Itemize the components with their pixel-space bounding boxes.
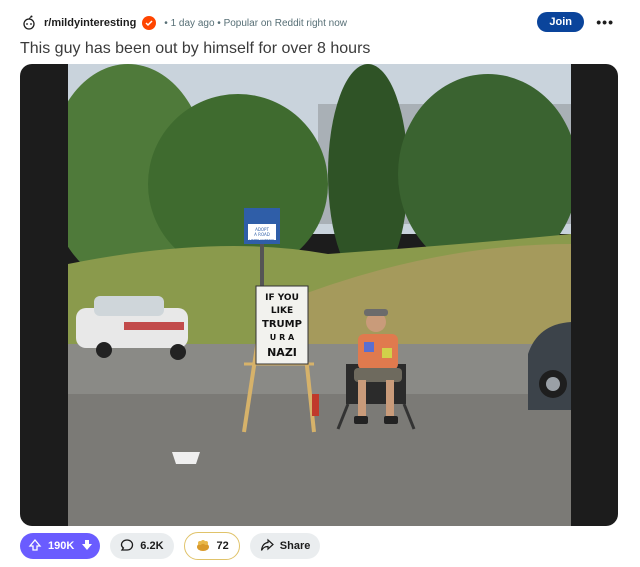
comments-button[interactable]: 6.2K (110, 533, 174, 559)
street-sign-line-2: A ROAD (254, 232, 270, 237)
post-media[interactable]: ADOPT A ROAD LITTER CONTROL IF YOU LIKE … (20, 64, 618, 526)
vote-control: 190K (20, 533, 101, 559)
post-meta: • 1 day ago • Popular on Reddit right no… (164, 17, 347, 29)
upvote-icon[interactable] (28, 538, 42, 555)
sign-line-1: IF YOU (265, 293, 299, 303)
award-button[interactable]: 72 (183, 532, 240, 560)
downvote-icon[interactable] (80, 538, 94, 555)
subreddit-name[interactable]: r/mildyinteresting (44, 17, 136, 29)
action-bar: 190K 6.2K 72 Share (20, 532, 321, 560)
share-label: Share (279, 540, 311, 552)
post-time: 1 day ago (170, 17, 215, 29)
sign-line-3: TRUMP (262, 319, 302, 330)
comment-count: 6.2K (140, 540, 164, 552)
join-button[interactable]: Join (537, 12, 584, 32)
post-header: r/mildyinteresting • 1 day ago • Popular… (20, 12, 620, 34)
share-button[interactable]: Share (249, 533, 321, 559)
sign-line-4: U R A (270, 333, 295, 342)
award-count: 72 (216, 540, 229, 552)
award-icon (195, 538, 211, 555)
verified-icon (142, 16, 157, 30)
more-options-icon[interactable]: ••• (596, 14, 614, 30)
subreddit-icon[interactable] (20, 14, 38, 32)
popular-label: Popular on Reddit right now (223, 17, 347, 29)
sign-line-2: LIKE (271, 306, 293, 316)
post-title[interactable]: This guy has been out by himself for ove… (20, 40, 370, 58)
sign-line-5: NAZI (267, 346, 297, 359)
post-photo: ADOPT A ROAD LITTER CONTROL IF YOU LIKE … (68, 64, 571, 526)
street-sign-line-3: LITTER CONTROL (249, 238, 275, 242)
share-icon (260, 538, 274, 555)
upvote-count: 190K (48, 540, 75, 552)
comment-icon (120, 538, 134, 555)
post-card: r/mildyinteresting • 1 day ago • Popular… (10, 4, 630, 563)
